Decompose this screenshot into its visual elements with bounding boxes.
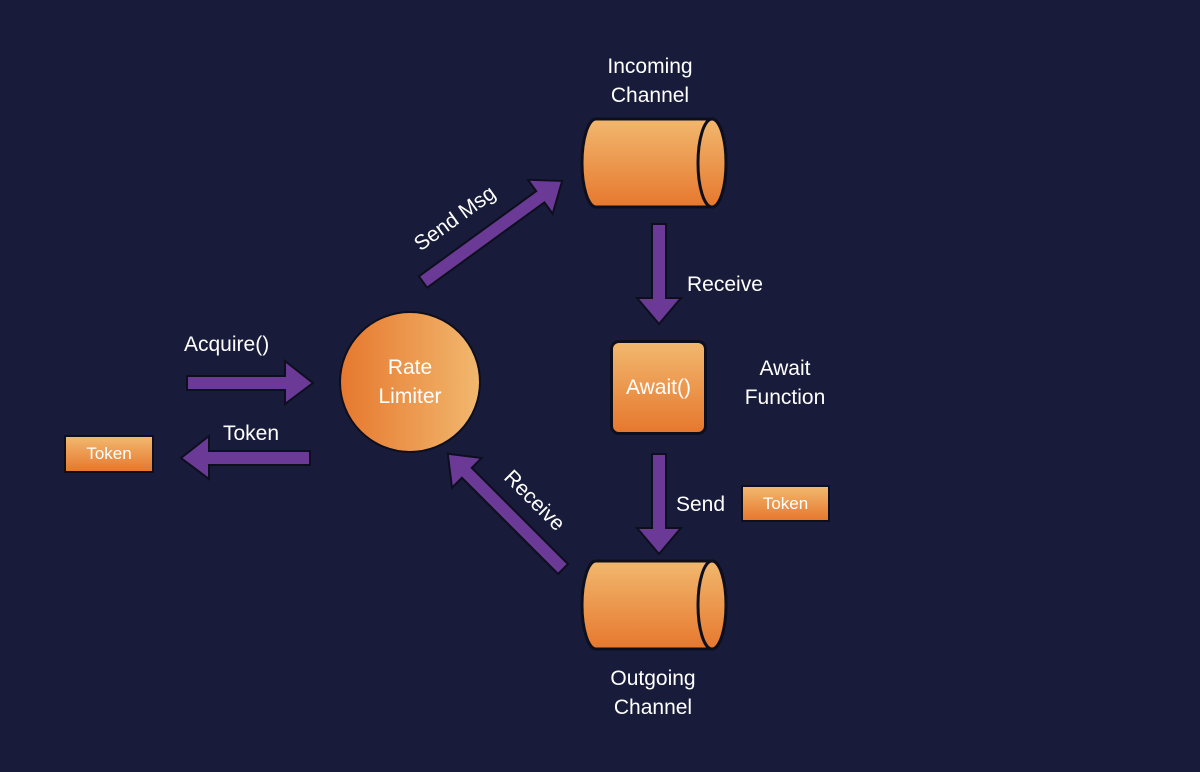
incoming-channel-label: Incoming Channel [580,52,720,110]
outgoing-channel-label: Outgoing Channel [583,664,723,722]
token-right: Token [741,485,830,522]
acquire-label: Acquire() [184,333,270,356]
await-box-label: Await() [626,375,691,399]
token-left-label: Token [86,444,132,463]
token-right-label: Token [762,493,809,513]
send-outgoing-arrow [634,453,684,556]
acquire-arrow [186,358,315,406]
token-left: Token [64,435,154,473]
diagram-canvas [179,117,728,651]
await-function-caption: Await Function [730,354,840,412]
rate-limiter-label-line1: Rate [387,356,433,379]
receive-incoming-arrow [634,223,684,326]
incoming-channel-label-line1: Incoming [607,55,693,78]
rate-limiter-label: Rate Limiter [350,353,470,411]
incoming-channel-label-line2: Channel [610,84,690,107]
token-return-label: Token [223,422,280,445]
receive-incoming-label: Receive [687,273,763,296]
send-outgoing-label: Send [676,493,726,516]
await-caption-line1: Await [759,357,811,380]
await-function-box: Await() [610,340,707,435]
await-caption-line2: Function [744,386,826,409]
outgoing-channel-label-line1: Outgoing [610,667,696,690]
incoming-channel-cylinder [580,117,728,209]
outgoing-channel-label-line2: Channel [613,696,693,719]
outgoing-channel-cylinder [580,559,728,651]
rate-limiter-diagram: Incoming Channel Outgoing Channel Rate L… [0,0,1200,772]
rate-limiter-label-line2: Limiter [378,385,442,408]
